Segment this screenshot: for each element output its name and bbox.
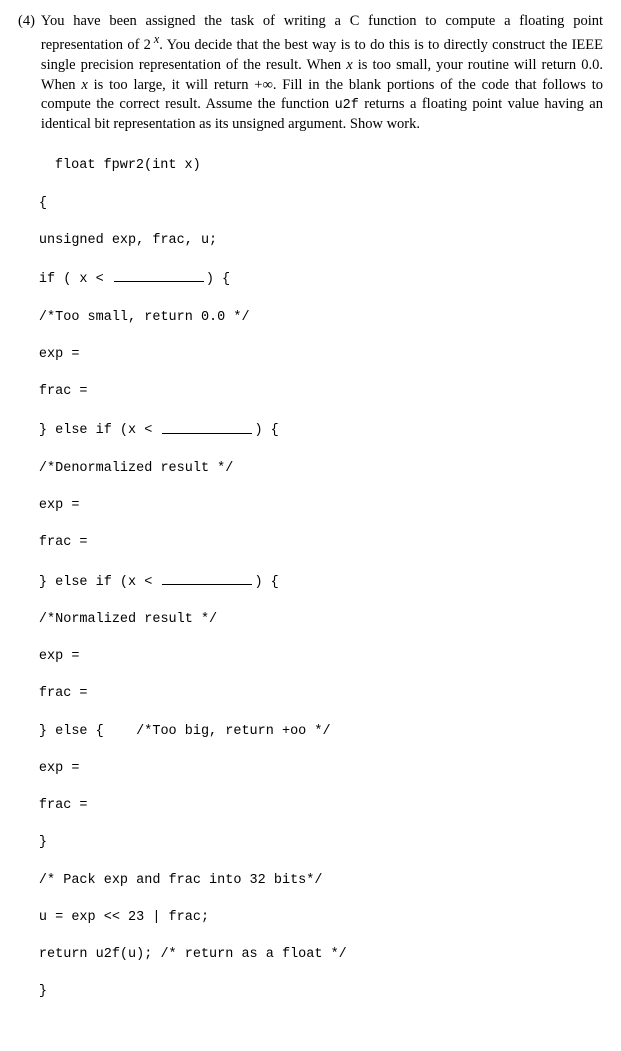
problem-text: You have been assigned the task of writi…	[41, 13, 603, 132]
code-elif2b: ) {	[254, 575, 278, 590]
code-elif1a: } else if (x <	[39, 424, 161, 439]
problem-content: You have been assigned the task of writi…	[41, 12, 603, 1039]
code-exp4: exp =	[39, 761, 80, 776]
code-if1a: if ( x <	[39, 272, 112, 287]
code-c3: /*Normalized result */	[39, 612, 217, 627]
problem-container: (4) You have been assigned the task of w…	[18, 12, 603, 1039]
code-elif2a: } else if (x <	[39, 575, 161, 590]
code-pack: u = exp << 23 | frac;	[39, 910, 209, 925]
code-close: }	[39, 984, 47, 999]
code-frac2: frac =	[39, 535, 88, 550]
code-decl: unsigned exp, frac, u;	[39, 233, 217, 248]
blank-2[interactable]	[162, 420, 252, 433]
code-exp1: exp =	[39, 347, 80, 362]
code-frac4: frac =	[39, 798, 88, 813]
code-closeb: }	[39, 835, 47, 850]
problem-number: (4)	[18, 12, 35, 1039]
code-c4: /* Pack exp and frac into 32 bits*/	[39, 873, 323, 888]
code-exp3: exp =	[39, 649, 80, 664]
code-if1b: ) {	[206, 272, 230, 287]
blank-1[interactable]	[114, 269, 204, 282]
code-c1: /*Too small, return 0.0 */	[39, 310, 250, 325]
code-block: float fpwr2(int x) { unsigned exp, frac,…	[39, 139, 603, 1039]
code-elif1b: ) {	[254, 424, 278, 439]
code-ret: return u2f(u); /* return as a float */	[39, 947, 347, 962]
code-frac3: frac =	[39, 686, 88, 701]
code-frac1: frac =	[39, 384, 88, 399]
code-c2: /*Denormalized result */	[39, 461, 233, 476]
code-else: } else { /*Too big, return +oo */	[39, 724, 331, 739]
code-sig: float fpwr2(int x)	[55, 158, 201, 173]
blank-3[interactable]	[162, 572, 252, 585]
u2f-fn: u2f	[335, 98, 359, 113]
code-exp2: exp =	[39, 498, 80, 513]
code-open: {	[39, 196, 47, 211]
